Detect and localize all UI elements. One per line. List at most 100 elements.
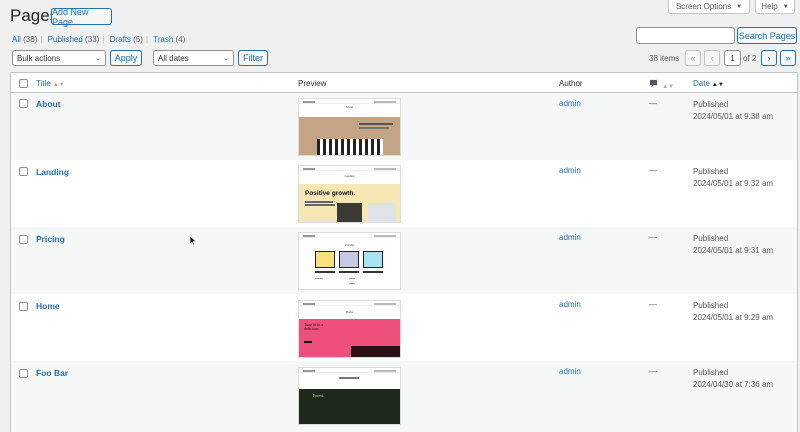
date-text: 2024/05/01 at 9:38 am bbox=[693, 112, 774, 121]
first-page-button[interactable]: « bbox=[685, 50, 701, 66]
caret-down-icon: ▼ bbox=[782, 3, 789, 10]
date-column-header[interactable]: Date ▲▼ bbox=[693, 79, 724, 88]
table-row: About About admin — Published 2024/05/01… bbox=[11, 93, 797, 160]
preview-image bbox=[368, 203, 396, 222]
current-page-input[interactable]: 1 bbox=[724, 50, 741, 66]
title-column-header[interactable]: Title ▲▼ bbox=[36, 79, 65, 88]
date-text: 2024/05/01 at 9:29 am bbox=[693, 313, 774, 322]
row-checkbox[interactable] bbox=[19, 302, 28, 311]
next-page-button[interactable]: › bbox=[761, 50, 777, 66]
date-text: 2024/05/01 at 9:32 am bbox=[693, 179, 774, 188]
author-link[interactable]: admin bbox=[559, 166, 581, 175]
comment-count: — bbox=[649, 99, 657, 108]
apply-button[interactable]: Apply bbox=[110, 50, 142, 66]
chevron-down-icon: ⌄ bbox=[223, 55, 229, 62]
author-link[interactable]: admin bbox=[559, 233, 581, 242]
search-pages-button[interactable]: Search Pages bbox=[737, 27, 797, 44]
search-input[interactable] bbox=[636, 27, 735, 44]
view-trash-link[interactable]: Trash (4) bbox=[153, 35, 185, 44]
date-cell: Published 2024/05/01 at 9:31 am bbox=[693, 233, 773, 257]
comments-column-header[interactable]: ▲▼ bbox=[649, 79, 674, 90]
preview-image bbox=[337, 203, 362, 222]
page-title-link[interactable]: Pricing bbox=[36, 234, 65, 244]
mouse-cursor-icon bbox=[189, 235, 197, 249]
filter-button[interactable]: Filter bbox=[238, 50, 268, 66]
view-all-link[interactable]: All (38) bbox=[12, 35, 37, 44]
prev-page-button[interactable]: ‹ bbox=[704, 50, 720, 66]
page-title-link[interactable]: Home bbox=[36, 301, 60, 311]
preview-heading: Landing bbox=[344, 174, 355, 178]
caret-down-icon: ▼ bbox=[736, 3, 743, 10]
view-filters: All (38) | Published (33) | Drafts (5) | Tr… bbox=[12, 35, 186, 44]
screen-options-label: Screen Options bbox=[675, 2, 732, 11]
row-checkbox[interactable] bbox=[19, 99, 28, 108]
row-checkbox[interactable] bbox=[19, 369, 28, 378]
row-checkbox[interactable] bbox=[19, 235, 28, 244]
preview-headline: Positive growth. bbox=[305, 190, 356, 197]
author-link[interactable]: admin bbox=[559, 367, 581, 376]
author-link[interactable]: admin bbox=[559, 99, 581, 108]
pages-table: Title ▲▼ Preview Author ▲▼ Date ▲▼ About A… bbox=[10, 72, 798, 432]
comment-count: — bbox=[649, 233, 657, 242]
sort-icon: ▲▼ bbox=[662, 84, 675, 90]
preview-heading: Pricing bbox=[345, 243, 354, 247]
status-text: Published bbox=[693, 234, 729, 243]
table-row: Home Home Tune in to a delicious admin —… bbox=[11, 294, 797, 361]
select-all-checkbox[interactable] bbox=[19, 79, 28, 88]
author-column-header: Author bbox=[559, 79, 583, 88]
date-cell: Published 2024/04/30 at 7:36 am bbox=[693, 367, 773, 391]
dates-select[interactable]: All dates ⌄ bbox=[153, 50, 234, 66]
table-row: Pricing Pricing admin — Published 2024/0… bbox=[11, 227, 797, 294]
help-button[interactable]: Help ▼ bbox=[755, 0, 795, 14]
sort-icon: ▲▼ bbox=[711, 82, 724, 88]
page-title-link[interactable]: Landing bbox=[36, 167, 69, 177]
preview-image bbox=[317, 139, 383, 155]
page-preview[interactable]: Forest. bbox=[298, 367, 401, 425]
date-cell: Published 2024/05/01 at 9:38 am bbox=[693, 99, 773, 123]
page-title-link[interactable]: About bbox=[36, 99, 61, 109]
comment-count: — bbox=[649, 367, 657, 376]
pricing-card bbox=[363, 251, 383, 268]
preview-column-header: Preview bbox=[298, 79, 327, 88]
status-text: Published bbox=[693, 100, 729, 109]
last-page-button[interactable]: » bbox=[780, 50, 796, 66]
date-text: 2024/05/01 at 9:31 am bbox=[693, 246, 774, 255]
top-bar: Pages Add New Page Screen Options ▼ Help… bbox=[0, 0, 800, 30]
sort-icon: ▲▼ bbox=[52, 82, 65, 88]
preview-heading: Home bbox=[345, 310, 354, 314]
view-drafts-link[interactable]: Drafts (5) bbox=[110, 35, 143, 44]
pricing-card bbox=[339, 251, 359, 268]
comment-count: — bbox=[649, 300, 657, 309]
page-title-link[interactable]: Foo Bar bbox=[36, 368, 68, 378]
table-row: Foo Bar Forest. admin — Published 2024/0… bbox=[11, 361, 797, 432]
add-new-page-button[interactable]: Add New Page bbox=[51, 7, 112, 27]
status-text: Published bbox=[693, 167, 729, 176]
page-preview[interactable]: Home Tune in to a delicious bbox=[298, 300, 401, 358]
pricing-card bbox=[315, 251, 335, 268]
preview-headline: Tune in to a delicious bbox=[304, 322, 324, 331]
preview-headline: Forest. bbox=[313, 393, 324, 398]
preview-heading: About bbox=[345, 105, 354, 109]
items-count: 38 items bbox=[649, 54, 680, 63]
preview-image bbox=[351, 346, 400, 357]
date-cell: Published 2024/05/01 at 9:32 am bbox=[693, 166, 773, 190]
view-published-link[interactable]: Published (33) bbox=[48, 35, 100, 44]
bulk-actions-select[interactable]: Bulk actions ⌄ bbox=[12, 50, 106, 66]
table-row: Landing Landing Positive growth. admin —… bbox=[11, 160, 797, 227]
page-preview[interactable]: Landing Positive growth. bbox=[298, 165, 401, 223]
page-preview[interactable]: Pricing bbox=[298, 232, 401, 290]
screen-options-button[interactable]: Screen Options ▼ bbox=[668, 0, 750, 14]
page-count: of 2 bbox=[743, 54, 757, 63]
date-text: 2024/04/30 at 7:36 am bbox=[693, 380, 774, 389]
row-checkbox[interactable] bbox=[19, 167, 28, 176]
author-link[interactable]: admin bbox=[559, 300, 581, 309]
page-preview[interactable]: About bbox=[298, 98, 401, 156]
chevron-down-icon: ⌄ bbox=[95, 55, 101, 62]
help-label: Help bbox=[761, 2, 778, 11]
comment-count: — bbox=[649, 166, 657, 175]
date-cell: Published 2024/05/01 at 9:29 am bbox=[693, 300, 773, 324]
status-text: Published bbox=[693, 368, 729, 377]
comment-bubble-icon bbox=[649, 79, 660, 90]
status-text: Published bbox=[693, 301, 729, 310]
table-header: Title ▲▼ Preview Author ▲▼ Date ▲▼ bbox=[11, 73, 797, 93]
